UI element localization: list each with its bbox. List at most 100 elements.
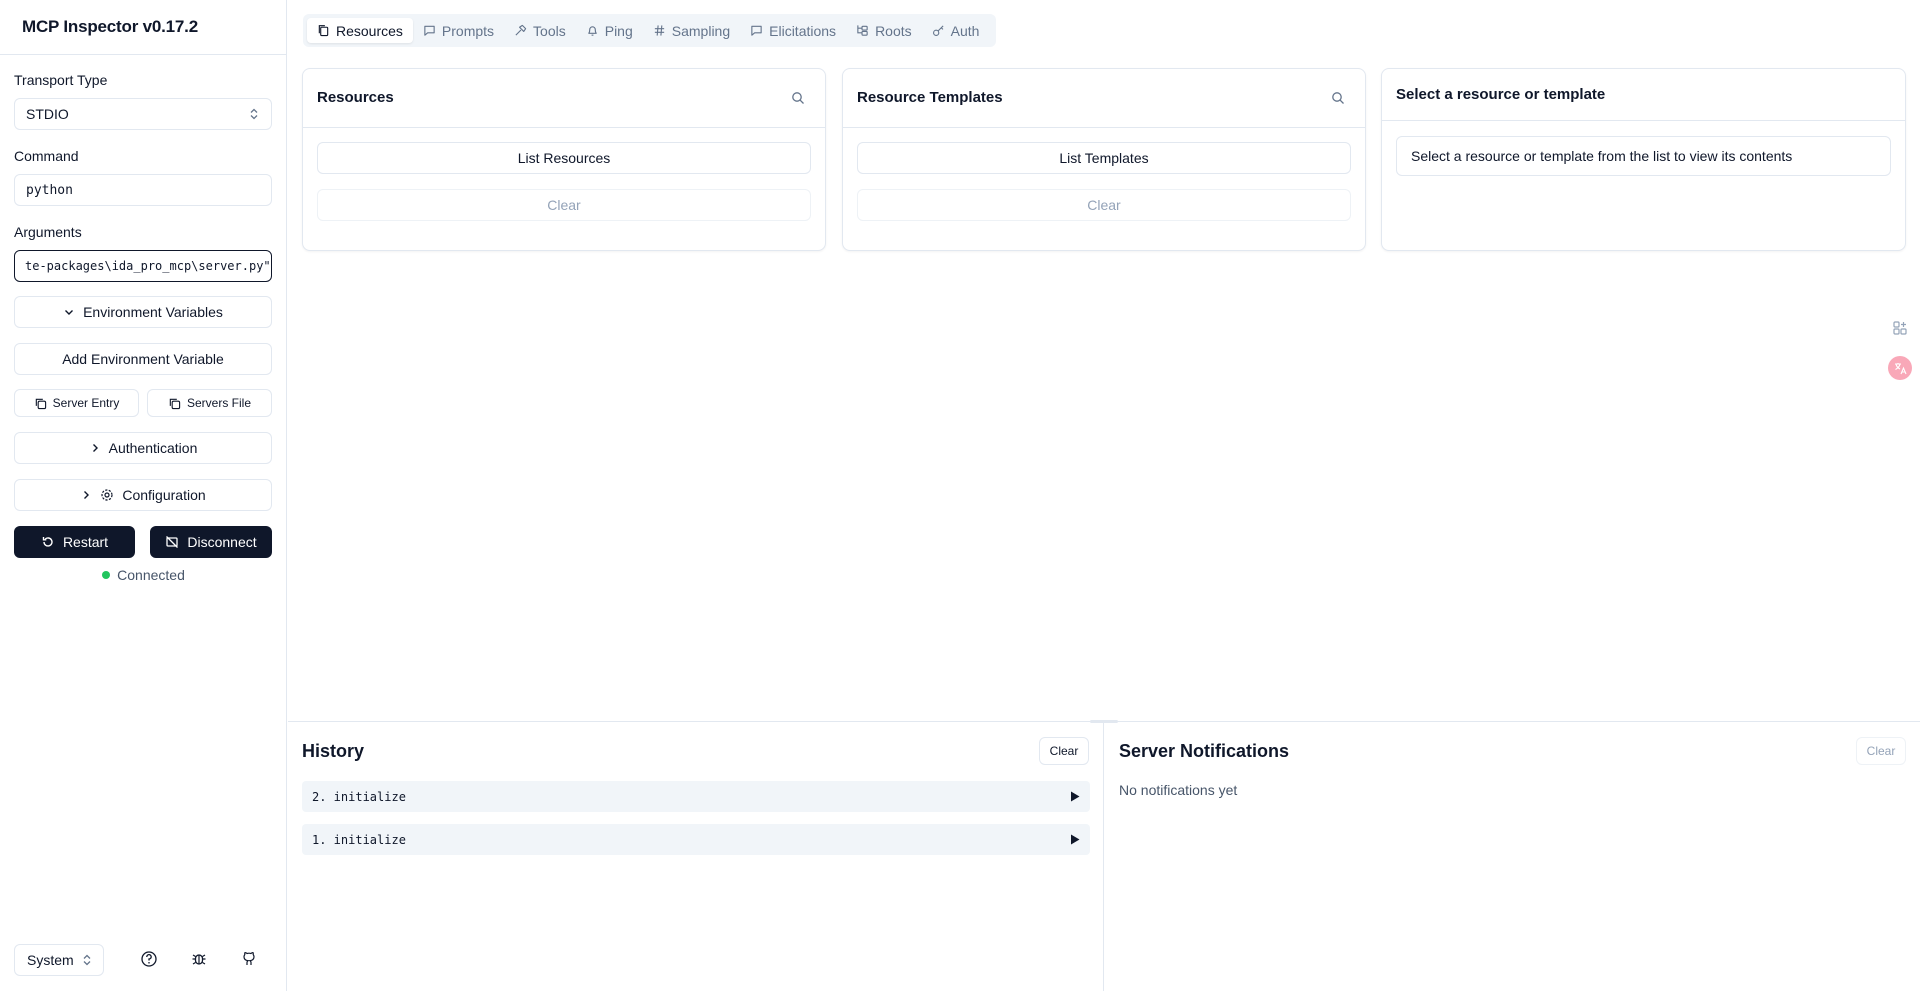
server-notifications-panel: Server Notifications Clear No notificati… [1105, 722, 1920, 991]
chevrons-up-down-icon [249, 108, 259, 120]
github-icon[interactable] [240, 950, 260, 970]
apps-grid-icon[interactable] [1888, 316, 1912, 340]
app-title: MCP Inspector v0.17.2 [22, 17, 198, 36]
hash-icon [653, 24, 666, 37]
resource-viewer-card: Select a resource or template Select a r… [1381, 68, 1906, 251]
clear-history-button[interactable]: Clear [1039, 737, 1089, 765]
expand-triangle-icon[interactable] [1070, 834, 1080, 845]
arguments-input[interactable]: te-packages\ida_pro_mcp\server.py" [14, 250, 272, 282]
arguments-value: te-packages\ida_pro_mcp\server.py" [25, 259, 271, 273]
resource-viewer-message: Select a resource or template from the l… [1396, 136, 1891, 176]
main-content: Resources Prompts Tools Ping Sampling Elicita… [288, 0, 1920, 991]
gear-icon [100, 488, 114, 502]
history-item-label: 2. initialize [312, 789, 406, 804]
environment-variables-label: Environment Variables [83, 304, 223, 320]
search-icon[interactable] [791, 91, 805, 105]
command-label: Command [14, 148, 79, 164]
tab-label: Sampling [671, 22, 731, 39]
disconnect-label: Disconnect [187, 534, 257, 550]
card-divider [1382, 120, 1905, 121]
transport-type-value: STDIO [26, 106, 69, 122]
tab-roots[interactable]: Roots [846, 18, 922, 43]
copy-servers-file-button[interactable]: Servers File [147, 389, 272, 417]
unplug-icon [165, 535, 179, 549]
resources-title: Resources [317, 89, 394, 106]
tab-auth[interactable]: Auth [922, 18, 990, 43]
status-dot [102, 571, 111, 579]
arguments-label: Arguments [14, 224, 82, 240]
key-icon [932, 24, 945, 37]
sidebar-header: MCP Inspector v0.17.2 [0, 0, 286, 55]
tab-bar: Resources Prompts Tools Ping Sampling Elicita… [303, 14, 996, 47]
servers-file-label: Servers File [186, 396, 251, 410]
resource-templates-card: Resource Templates List Templates Clear [842, 68, 1366, 251]
transport-type-label: Transport Type [14, 72, 108, 88]
card-divider [303, 127, 825, 128]
resource-viewer-title: Select a resource or template [1396, 86, 1606, 103]
tab-label: Prompts [441, 22, 495, 39]
history-item[interactable]: 2. initialize [302, 781, 1090, 812]
history-item[interactable]: 1. initialize [302, 824, 1090, 855]
tab-label: Elicitations [769, 22, 837, 39]
files-icon [317, 24, 330, 37]
resource-templates-title: Resource Templates [857, 89, 1003, 106]
environment-variables-toggle[interactable]: Environment Variables [14, 296, 272, 328]
status-text: Connected [117, 567, 185, 583]
configuration-toggle[interactable]: Configuration [14, 479, 272, 511]
tab-tools[interactable]: Tools [504, 18, 576, 43]
clear-notifications-button[interactable]: Clear [1856, 737, 1906, 765]
card-divider [843, 127, 1365, 128]
chevrons-up-down-icon [82, 954, 92, 966]
copy-server-entry-button[interactable]: Server Entry [14, 389, 139, 417]
copy-icon [168, 397, 181, 410]
theme-select[interactable]: System [14, 944, 104, 976]
hammer-icon [514, 24, 527, 37]
command-value: python [26, 182, 73, 198]
search-icon[interactable] [1331, 91, 1345, 105]
history-item-label: 1. initialize [312, 832, 406, 847]
history-title: History [302, 741, 365, 761]
restart-button[interactable]: Restart [14, 526, 135, 558]
expand-triangle-icon[interactable] [1070, 791, 1080, 802]
connection-status: Connected [0, 567, 287, 583]
theme-value: System [27, 952, 74, 968]
rotate-ccw-icon [41, 535, 55, 549]
bell-icon [586, 24, 599, 37]
sidebar: MCP Inspector v0.17.2 Transport Type STD… [0, 0, 287, 991]
chevron-down-icon [63, 306, 75, 318]
bottom-panel: History Clear 2. initialize 1. initialize… [288, 720, 1920, 991]
folder-tree-icon [856, 24, 869, 37]
restart-label: Restart [62, 534, 109, 550]
list-templates-button[interactable]: List Templates [857, 142, 1351, 174]
tab-ping[interactable]: Ping [576, 18, 643, 43]
bug-icon[interactable] [190, 950, 210, 970]
add-environment-variable-label: Add Environment Variable [62, 351, 224, 367]
tab-resources[interactable]: Resources [307, 18, 413, 43]
tab-prompts[interactable]: Prompts [413, 18, 504, 43]
server-entry-label: Server Entry [52, 396, 120, 410]
clear-resources-button[interactable]: Clear [317, 189, 811, 221]
command-input[interactable]: python [14, 174, 272, 206]
message-square-icon [750, 24, 763, 37]
resources-card: Resources List Resources Clear [302, 68, 826, 251]
tab-label: Tools [533, 22, 566, 39]
history-panel: History Clear 2. initialize 1. initialize [288, 722, 1104, 991]
authentication-toggle[interactable]: Authentication [14, 432, 272, 464]
copy-icon [34, 397, 47, 410]
translate-icon[interactable] [1888, 356, 1912, 380]
tab-elicitations[interactable]: Elicitations [740, 18, 846, 43]
message-square-icon [423, 24, 436, 37]
tab-label: Resources [336, 22, 403, 39]
no-notifications-text: No notifications yet [1119, 782, 1238, 798]
help-icon[interactable] [140, 950, 160, 970]
authentication-label: Authentication [108, 440, 198, 456]
tab-sampling[interactable]: Sampling [643, 18, 740, 43]
disconnect-button[interactable]: Disconnect [150, 526, 272, 558]
add-environment-variable-button[interactable]: Add Environment Variable [14, 343, 272, 375]
list-resources-button[interactable]: List Resources [317, 142, 811, 174]
tab-label: Roots [875, 22, 912, 39]
chevron-right-icon [80, 489, 92, 501]
configuration-label: Configuration [122, 487, 206, 503]
clear-templates-button[interactable]: Clear [857, 189, 1351, 221]
transport-type-select[interactable]: STDIO [14, 98, 272, 130]
